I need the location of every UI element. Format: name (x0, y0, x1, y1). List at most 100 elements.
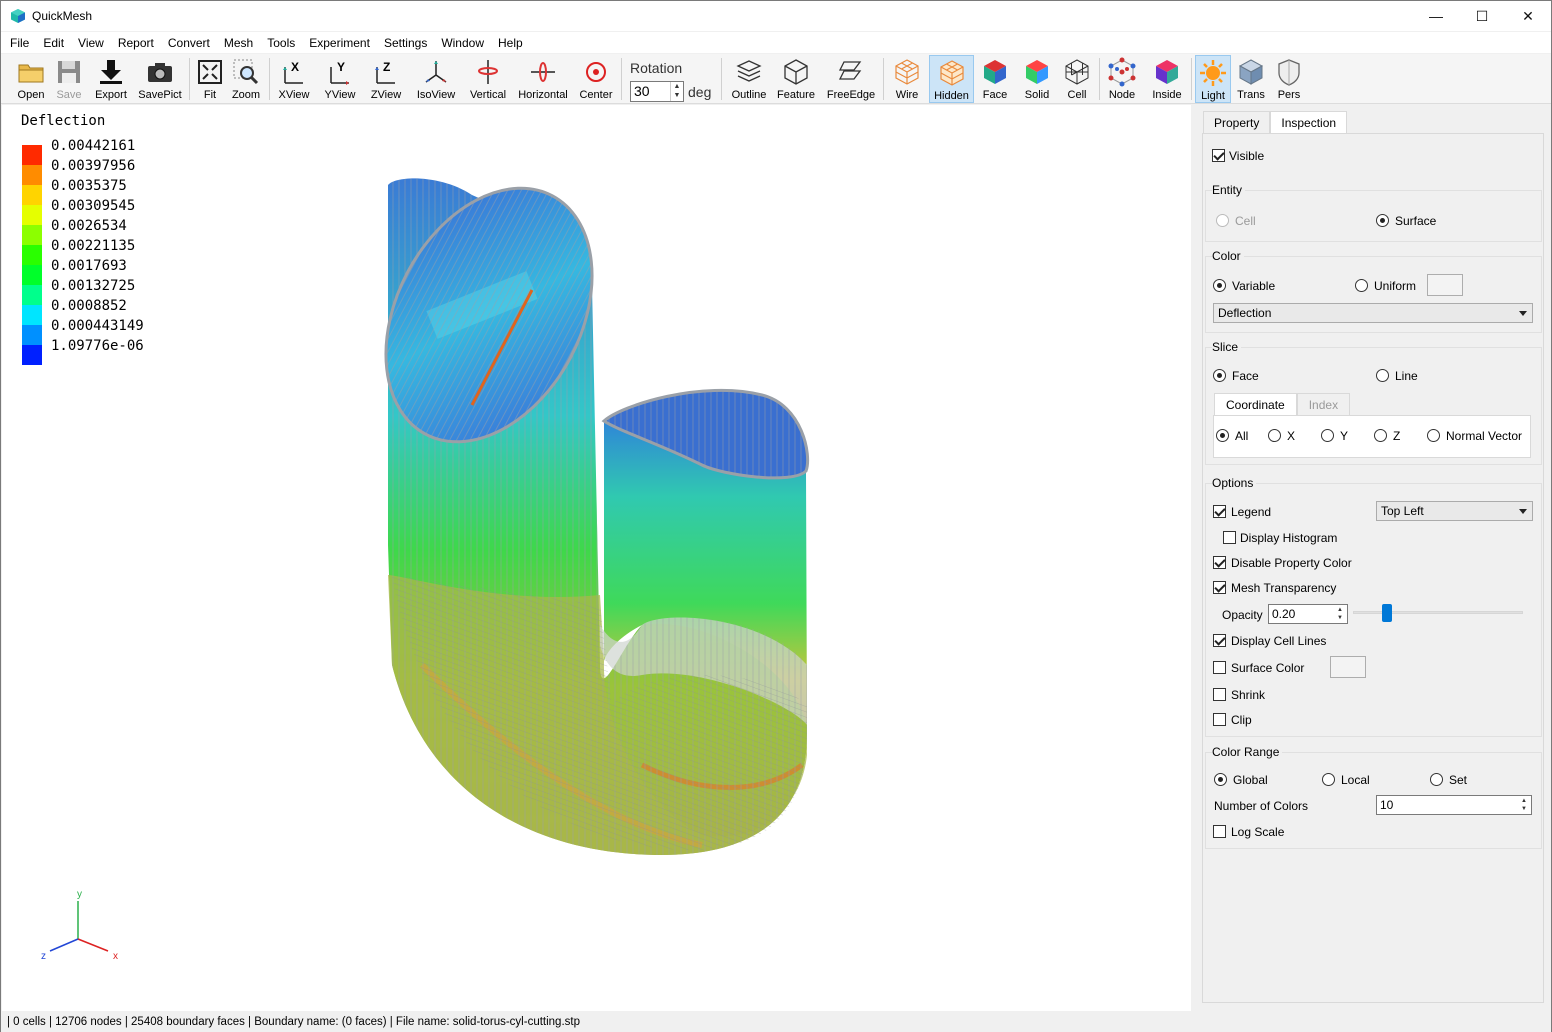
slice-normal-radio[interactable] (1427, 429, 1440, 442)
slice-face-radio[interactable] (1213, 369, 1226, 382)
legend-position-select[interactable]: Top Left (1376, 501, 1533, 521)
isoview-button[interactable]: IsoView (413, 55, 459, 103)
pers-button[interactable]: Pers (1273, 55, 1305, 103)
rotation-spinner-icon[interactable]: ▲ ▼ (670, 82, 683, 101)
menu-edit[interactable]: Edit (36, 36, 71, 50)
svg-text:X: X (291, 60, 299, 74)
legend-value: 0.00221135 (51, 238, 136, 254)
xview-button[interactable]: X XView (275, 55, 313, 103)
num-colors-spinner-icon[interactable]: ▲ ▼ (1518, 797, 1530, 813)
feature-button[interactable]: Feature (775, 55, 817, 103)
wire-button[interactable]: Wire (889, 55, 925, 103)
minimize-icon[interactable]: — (1413, 1, 1459, 31)
slice-line-radio[interactable] (1376, 369, 1389, 382)
hidden-line-cube-icon (939, 60, 964, 86)
mesh-transparency-label: Mesh Transparency (1231, 581, 1337, 595)
3d-viewport[interactable]: y x z (2, 105, 1191, 1011)
zview-button[interactable]: Z ZView (367, 55, 405, 103)
open-button[interactable]: Open (11, 55, 51, 103)
color-variable-label: Variable (1232, 279, 1276, 293)
menu-file[interactable]: File (3, 36, 36, 50)
log-scale-checkbox[interactable] (1213, 825, 1226, 838)
entity-surface-radio[interactable] (1376, 214, 1389, 227)
slice-face-label: Face (1232, 369, 1259, 383)
legend-value: 0.00442161 (51, 138, 136, 154)
tab-inspection[interactable]: Inspection (1270, 111, 1348, 133)
clip-checkbox[interactable] (1213, 713, 1226, 726)
save-button[interactable]: Save (51, 55, 87, 103)
opacity-spinner-icon[interactable]: ▲ ▼ (1334, 606, 1346, 622)
maximize-icon[interactable]: ☐ (1459, 1, 1505, 31)
opacity-label: Opacity (1222, 608, 1263, 622)
title-bar: QuickMesh — ☐ ✕ (1, 1, 1551, 31)
inside-button[interactable]: Inside (1149, 55, 1185, 103)
range-local-radio[interactable] (1322, 773, 1335, 786)
menu-settings[interactable]: Settings (377, 36, 434, 50)
menu-view[interactable]: View (71, 36, 111, 50)
opacity-input[interactable]: 0.20 ▲ ▼ (1268, 604, 1348, 624)
zoom-button[interactable]: Zoom (229, 55, 263, 103)
z-axis-view-icon: Z (375, 60, 395, 84)
slice-all-radio[interactable] (1216, 429, 1229, 442)
magnifier-icon (233, 59, 259, 85)
opacity-slider-track[interactable] (1353, 611, 1523, 614)
tab-property[interactable]: Property (1203, 111, 1271, 133)
menu-help[interactable]: Help (491, 36, 530, 50)
menu-experiment[interactable]: Experiment (302, 36, 377, 50)
range-global-radio[interactable] (1214, 773, 1227, 786)
range-set-radio[interactable] (1430, 773, 1443, 786)
menu-tools[interactable]: Tools (260, 36, 302, 50)
rotation-label: Rotation (630, 60, 683, 76)
rotation-input[interactable]: 30 ▲ ▼ (630, 81, 684, 102)
legend-checkbox[interactable] (1213, 505, 1226, 518)
x-axis-view-icon: X (283, 60, 303, 84)
disable-prop-color-checkbox[interactable] (1213, 556, 1226, 569)
vertical-rotate-button[interactable]: Vertical (467, 55, 509, 103)
slice-y-radio[interactable] (1321, 429, 1334, 442)
uniform-color-swatch[interactable] (1427, 274, 1463, 296)
cell-lines-checkbox[interactable] (1213, 634, 1226, 647)
node-button[interactable]: Node (1105, 55, 1139, 103)
export-button[interactable]: Export (91, 55, 131, 103)
center-button[interactable]: Center (575, 55, 617, 103)
close-icon[interactable]: ✕ (1505, 1, 1551, 31)
opacity-slider-thumb[interactable] (1382, 604, 1392, 622)
color-title: Color (1212, 249, 1244, 263)
variable-select[interactable]: Deflection (1213, 303, 1533, 323)
toolbar-separator (1191, 58, 1192, 100)
fit-button[interactable]: Fit (193, 55, 227, 103)
color-uniform-radio[interactable] (1355, 279, 1368, 292)
outline-button[interactable]: Outline (729, 55, 769, 103)
solid-button[interactable]: Solid (1021, 55, 1053, 103)
horizontal-rotate-icon (531, 62, 555, 82)
menu-convert[interactable]: Convert (161, 36, 217, 50)
menu-report[interactable]: Report (111, 36, 161, 50)
visible-checkbox[interactable] (1212, 149, 1225, 162)
light-button[interactable]: Light (1195, 55, 1231, 103)
menu-window[interactable]: Window (434, 36, 491, 50)
tab-coordinate[interactable]: Coordinate (1214, 393, 1297, 415)
slice-x-label: X (1287, 429, 1296, 443)
trans-button[interactable]: Trans (1235, 55, 1267, 103)
savepict-button[interactable]: SavePict (137, 55, 183, 103)
menu-mesh[interactable]: Mesh (217, 36, 260, 50)
slice-z-radio[interactable] (1374, 429, 1387, 442)
legend-value: 0.0008852 (51, 298, 127, 314)
color-variable-radio[interactable] (1213, 279, 1226, 292)
entity-cell-radio[interactable] (1216, 214, 1229, 227)
num-colors-input[interactable]: 10 ▲ ▼ (1376, 795, 1532, 815)
horizontal-rotate-button[interactable]: Horizontal (517, 55, 569, 103)
tab-index[interactable]: Index (1296, 393, 1351, 415)
window-title: QuickMesh (32, 9, 93, 23)
slice-x-radio[interactable] (1268, 429, 1281, 442)
surface-color-swatch[interactable] (1330, 656, 1366, 678)
shrink-checkbox[interactable] (1213, 688, 1226, 701)
yview-button[interactable]: Y YView (321, 55, 359, 103)
surface-color-checkbox[interactable] (1213, 661, 1226, 674)
mesh-transparency-checkbox[interactable] (1213, 581, 1226, 594)
hidden-button[interactable]: Hidden (929, 55, 974, 103)
cell-button[interactable]: Cell (1061, 55, 1093, 103)
freeedge-button[interactable]: FreeEdge (825, 55, 877, 103)
face-button[interactable]: Face (979, 55, 1011, 103)
histogram-checkbox[interactable] (1223, 531, 1236, 544)
